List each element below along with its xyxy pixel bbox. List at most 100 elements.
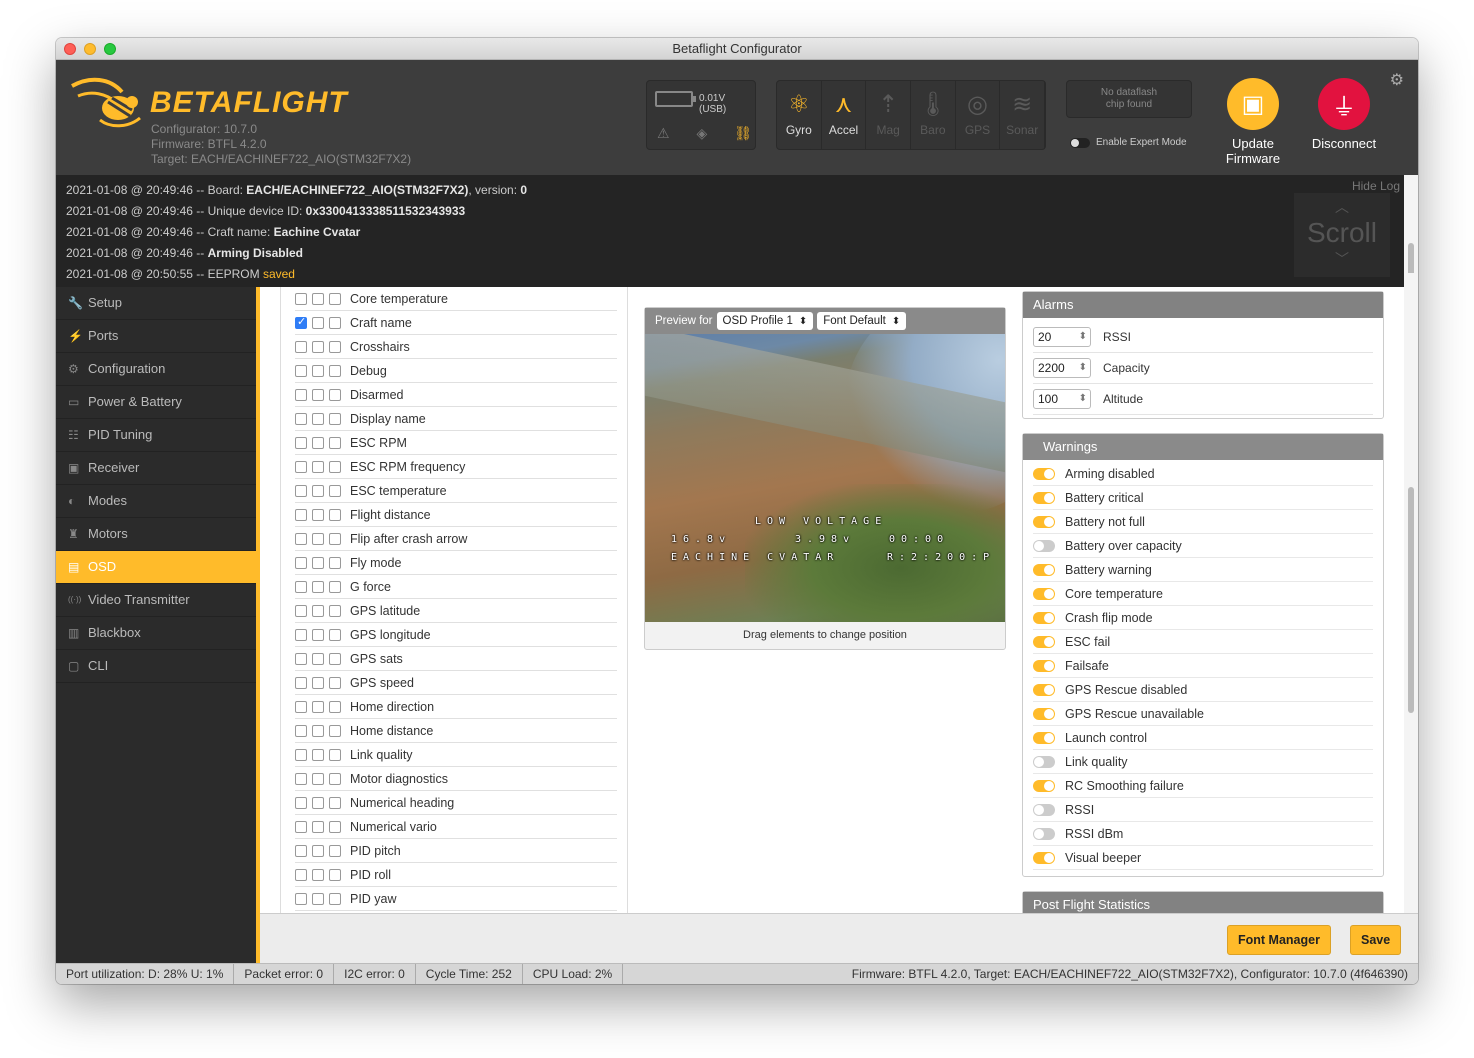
osd-profile-3-checkbox[interactable] bbox=[329, 676, 341, 689]
osd-profile-3-checkbox[interactable] bbox=[329, 604, 341, 617]
osd-profile-1-checkbox[interactable] bbox=[295, 388, 307, 401]
osd-profile-3-checkbox[interactable] bbox=[329, 460, 341, 473]
osd-profile-2-checkbox[interactable] bbox=[312, 388, 324, 401]
warning-toggle[interactable] bbox=[1033, 587, 1055, 600]
osd-profile-2-checkbox[interactable] bbox=[312, 364, 324, 377]
alarm-capacity-input[interactable]: 2200 bbox=[1033, 358, 1091, 378]
osd-profile-3-checkbox[interactable] bbox=[329, 820, 341, 833]
osd-profile-3-checkbox[interactable] bbox=[329, 532, 341, 545]
osd-profile-1-checkbox[interactable] bbox=[295, 412, 307, 425]
settings-gear-icon[interactable]: ⚙ bbox=[1390, 70, 1404, 90]
osd-profile-1-checkbox[interactable] bbox=[295, 292, 307, 305]
sidebar-item-cli[interactable]: ▢ CLI bbox=[56, 650, 256, 683]
osd-profile-2-checkbox[interactable] bbox=[312, 508, 324, 521]
expert-mode-switch[interactable] bbox=[1070, 137, 1090, 148]
osd-profile-2-checkbox[interactable] bbox=[312, 604, 324, 617]
font-select[interactable]: Font Default bbox=[817, 312, 907, 330]
osd-profile-3-checkbox[interactable] bbox=[329, 292, 341, 305]
osd-profile-3-checkbox[interactable] bbox=[329, 796, 341, 809]
osd-preview-image[interactable]: LOW VOLTAGE 16.8v 3.98v 00:00 EACHINE CV… bbox=[645, 334, 1005, 622]
osd-profile-3-checkbox[interactable] bbox=[329, 580, 341, 593]
disconnect-button[interactable]: ⏚ Disconnect bbox=[1306, 78, 1382, 151]
hide-log-link[interactable]: Hide Log bbox=[1352, 179, 1400, 193]
osd-rates[interactable]: R:2:200:P bbox=[887, 552, 995, 563]
osd-profile-2-checkbox[interactable] bbox=[312, 820, 324, 833]
sidebar-item-ports[interactable]: ⚡ Ports bbox=[56, 320, 256, 353]
warning-toggle[interactable] bbox=[1033, 659, 1055, 672]
save-button[interactable]: Save bbox=[1350, 925, 1402, 955]
osd-profile-2-checkbox[interactable] bbox=[312, 772, 324, 785]
osd-profile-1-checkbox[interactable] bbox=[295, 364, 307, 377]
osd-profile-2-checkbox[interactable] bbox=[312, 868, 324, 881]
osd-profile-3-checkbox[interactable] bbox=[329, 364, 341, 377]
osd-profile-1-checkbox[interactable] bbox=[295, 844, 307, 857]
osd-profile-2-checkbox[interactable] bbox=[312, 748, 324, 761]
osd-profile-3-checkbox[interactable] bbox=[329, 436, 341, 449]
osd-profile-1-checkbox[interactable] bbox=[295, 796, 307, 809]
osd-profile-3-checkbox[interactable] bbox=[329, 316, 341, 329]
osd-profile-2-checkbox[interactable] bbox=[312, 628, 324, 641]
osd-profile-2-checkbox[interactable] bbox=[312, 412, 324, 425]
log-scrollbar[interactable] bbox=[1404, 175, 1418, 287]
sidebar-item-video-transmitter[interactable]: ((·)) Video Transmitter bbox=[56, 584, 256, 617]
warning-toggle[interactable] bbox=[1033, 491, 1055, 504]
warning-toggle[interactable] bbox=[1033, 539, 1055, 552]
osd-profile-2-checkbox[interactable] bbox=[312, 292, 324, 305]
osd-profile-3-checkbox[interactable] bbox=[329, 340, 341, 353]
osd-profile-2-checkbox[interactable] bbox=[312, 676, 324, 689]
alarm-altitude-input[interactable]: 100 bbox=[1033, 389, 1091, 409]
osd-profile-3-checkbox[interactable] bbox=[329, 388, 341, 401]
osd-battery-voltage[interactable]: 16.8v bbox=[671, 534, 731, 545]
osd-profile-3-checkbox[interactable] bbox=[329, 412, 341, 425]
warning-toggle[interactable] bbox=[1033, 467, 1055, 480]
osd-profile-2-checkbox[interactable] bbox=[312, 484, 324, 497]
osd-profile-1-checkbox[interactable] bbox=[295, 508, 307, 521]
osd-profile-1-checkbox[interactable] bbox=[295, 652, 307, 665]
osd-profile-1-checkbox[interactable] bbox=[295, 820, 307, 833]
osd-profile-3-checkbox[interactable] bbox=[329, 748, 341, 761]
update-firmware-button[interactable]: ▣ Update Firmware bbox=[1220, 78, 1286, 166]
osd-profile-3-checkbox[interactable] bbox=[329, 868, 341, 881]
osd-profile-2-checkbox[interactable] bbox=[312, 460, 324, 473]
sidebar-item-osd[interactable]: ▤ OSD bbox=[56, 551, 256, 584]
osd-profile-1-checkbox[interactable] bbox=[295, 724, 307, 737]
sidebar-item-setup[interactable]: 🔧 Setup bbox=[56, 287, 256, 320]
osd-profile-2-checkbox[interactable] bbox=[312, 556, 324, 569]
sidebar-item-modes[interactable]: ◐ Modes bbox=[56, 485, 256, 518]
osd-profile-3-checkbox[interactable] bbox=[329, 724, 341, 737]
warning-toggle[interactable] bbox=[1033, 635, 1055, 648]
osd-profile-2-checkbox[interactable] bbox=[312, 844, 324, 857]
osd-profile-1-checkbox[interactable] bbox=[295, 772, 307, 785]
osd-profile-2-checkbox[interactable] bbox=[312, 652, 324, 665]
osd-profile-2-checkbox[interactable] bbox=[312, 340, 324, 353]
osd-profile-1-checkbox[interactable] bbox=[295, 700, 307, 713]
warning-toggle[interactable] bbox=[1033, 803, 1055, 816]
warning-toggle[interactable] bbox=[1033, 611, 1055, 624]
osd-profile-2-checkbox[interactable] bbox=[312, 892, 324, 905]
osd-profile-2-checkbox[interactable] bbox=[312, 436, 324, 449]
close-window-button[interactable] bbox=[64, 43, 76, 55]
osd-profile-1-checkbox[interactable] bbox=[295, 604, 307, 617]
osd-profile-3-checkbox[interactable] bbox=[329, 772, 341, 785]
osd-profile-3-checkbox[interactable] bbox=[329, 556, 341, 569]
osd-profile-2-checkbox[interactable] bbox=[312, 796, 324, 809]
osd-profile-1-checkbox[interactable] bbox=[295, 556, 307, 569]
osd-profile-1-checkbox[interactable] bbox=[295, 748, 307, 761]
osd-profile-2-checkbox[interactable] bbox=[312, 532, 324, 545]
osd-profile-2-checkbox[interactable] bbox=[312, 580, 324, 593]
sidebar-item-receiver[interactable]: ▣ Receiver bbox=[56, 452, 256, 485]
osd-profile-2-checkbox[interactable] bbox=[312, 724, 324, 737]
osd-profile-3-checkbox[interactable] bbox=[329, 508, 341, 521]
osd-profile-1-checkbox[interactable] bbox=[295, 892, 307, 905]
warning-toggle[interactable] bbox=[1033, 515, 1055, 528]
osd-profile-2-checkbox[interactable] bbox=[312, 316, 324, 329]
osd-profile-1-checkbox[interactable] bbox=[295, 436, 307, 449]
sidebar-item-power-battery[interactable]: ▭ Power & Battery bbox=[56, 386, 256, 419]
sidebar-item-configuration[interactable]: ⚙ Configuration bbox=[56, 353, 256, 386]
sidebar-item-pid-tuning[interactable]: ☷ PID Tuning bbox=[56, 419, 256, 452]
osd-warning-text[interactable]: LOW VOLTAGE bbox=[755, 516, 887, 527]
warning-toggle[interactable] bbox=[1033, 755, 1055, 768]
warning-toggle[interactable] bbox=[1033, 563, 1055, 576]
sidebar-item-blackbox[interactable]: ▥ Blackbox bbox=[56, 617, 256, 650]
osd-profile-1-checkbox[interactable] bbox=[295, 532, 307, 545]
